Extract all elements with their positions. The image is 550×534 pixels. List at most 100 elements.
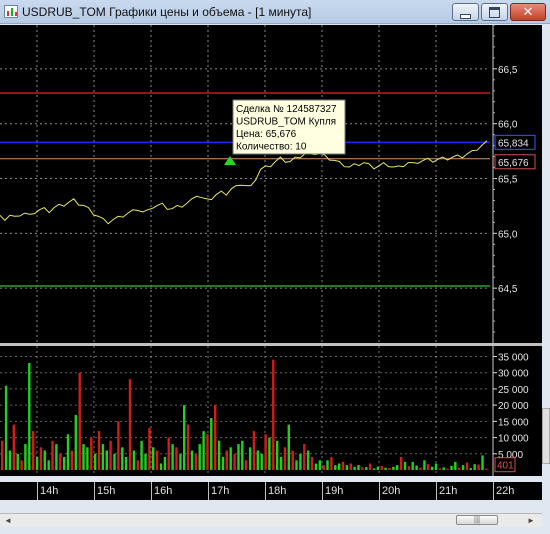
volume-bar[interactable] [136, 460, 139, 470]
volume-bar[interactable] [403, 461, 407, 470]
scroll-right-icon[interactable]: ► [525, 515, 537, 526]
volume-bar[interactable] [423, 460, 426, 470]
volume-bar[interactable] [16, 453, 19, 470]
volume-bar[interactable] [214, 405, 217, 470]
volume-bar[interactable] [458, 467, 461, 470]
volume-bar[interactable] [419, 467, 422, 470]
volume-bar[interactable] [190, 450, 194, 471]
volume-bar[interactable] [4, 385, 8, 470]
volume-bar[interactable] [74, 414, 77, 470]
volume-bar[interactable] [78, 372, 81, 470]
volume-bar[interactable] [392, 466, 395, 470]
volume-bar[interactable] [51, 440, 54, 470]
volume-bar[interactable] [183, 405, 186, 470]
volume-bar[interactable] [1, 440, 4, 470]
volume-bar[interactable] [225, 450, 228, 471]
volume-bar[interactable] [434, 463, 438, 471]
volume-bar[interactable] [144, 453, 147, 470]
volume-bar[interactable] [171, 444, 174, 470]
volume-bar[interactable] [70, 450, 74, 471]
volume-bar[interactable] [380, 466, 383, 470]
volume-bar[interactable] [47, 460, 50, 470]
volume-bar[interactable] [318, 460, 321, 470]
volume-bar[interactable] [12, 424, 15, 470]
volume-bar[interactable] [55, 444, 58, 470]
minimize-button[interactable] [452, 3, 479, 21]
volume-bar[interactable] [291, 450, 294, 471]
price-chart-pane[interactable]: 66,5 66,0 65,5 65,0 64,5 65,834 65,676 Сделка №… [0, 24, 542, 343]
volume-bar[interactable] [396, 465, 399, 470]
buy-trade-marker[interactable] [224, 155, 236, 165]
volume-bar[interactable] [303, 444, 306, 470]
maximize-button[interactable] [481, 3, 508, 21]
volume-bar[interactable] [101, 444, 105, 470]
volume-bar[interactable] [163, 457, 167, 470]
volume-bar[interactable] [248, 447, 252, 470]
volume-bar[interactable] [465, 462, 469, 471]
volume-bar[interactable] [268, 437, 271, 470]
volume-bar[interactable] [159, 463, 163, 471]
volume-bar[interactable] [194, 453, 198, 470]
volume-bar[interactable] [63, 457, 66, 470]
volume-bar[interactable] [39, 447, 43, 470]
volume-bar[interactable] [461, 465, 465, 470]
volume-bar[interactable] [59, 453, 62, 470]
volume-bar[interactable] [264, 434, 267, 470]
volume-bar[interactable] [35, 457, 39, 470]
volume-bar[interactable] [376, 466, 380, 470]
volume-bar[interactable] [94, 453, 97, 470]
volume-bar[interactable] [140, 440, 143, 470]
vertical-scrollbar[interactable] [542, 408, 550, 464]
volume-bar[interactable] [299, 453, 302, 470]
volume-bar[interactable] [407, 466, 411, 470]
volume-bar[interactable] [322, 465, 325, 470]
volume-bar[interactable] [237, 444, 240, 470]
volume-bar[interactable] [438, 468, 442, 470]
volume-bar[interactable] [481, 455, 484, 470]
volume-bar[interactable] [338, 463, 341, 471]
price-chart[interactable]: 66,5 66,0 65,5 65,0 64,5 65,834 65,676 Сделка №… [0, 24, 542, 343]
volume-bar[interactable] [345, 465, 349, 470]
horizontal-scrollbar[interactable]: ◄ ||| ► [0, 513, 542, 527]
volume-bar[interactable] [241, 440, 244, 470]
volume-bar[interactable] [121, 447, 124, 470]
volume-bar[interactable] [97, 431, 101, 470]
volume-bar[interactable] [430, 466, 434, 470]
volume-chart[interactable]: 35 00030 00025 00020 00015 00010 0005 00… [0, 346, 542, 476]
volume-bar[interactable] [221, 457, 225, 470]
volume-bar[interactable] [349, 463, 352, 471]
volume-bar[interactable] [469, 468, 472, 470]
volume-bar[interactable] [24, 444, 27, 470]
volume-bar[interactable] [124, 457, 128, 470]
volume-bar[interactable] [310, 457, 314, 470]
volume-bar[interactable] [372, 468, 376, 470]
volume-bar[interactable] [206, 434, 209, 470]
volume-bar[interactable] [175, 447, 178, 470]
scroll-left-icon[interactable]: ◄ [2, 515, 14, 526]
volume-bar[interactable] [186, 424, 190, 470]
volume-bar[interactable] [388, 468, 391, 470]
volume-bar[interactable] [32, 431, 35, 470]
volume-bar[interactable] [260, 453, 263, 470]
volume-bar[interactable] [28, 363, 31, 470]
volume-bar[interactable] [210, 418, 213, 470]
volume-bar[interactable] [109, 440, 112, 470]
volume-bar[interactable] [485, 468, 488, 470]
volume-bar[interactable] [117, 421, 120, 470]
volume-bar[interactable] [90, 437, 93, 470]
volume-bar[interactable] [283, 447, 287, 470]
volume-bar[interactable] [82, 444, 85, 470]
volume-bar[interactable] [334, 465, 337, 470]
volume-bar[interactable] [368, 463, 372, 471]
volume-bar[interactable] [217, 440, 221, 470]
volume-bar[interactable] [113, 453, 116, 470]
volume-bar[interactable] [450, 465, 453, 470]
volume-bar[interactable] [202, 431, 205, 470]
volume-bar[interactable] [43, 450, 46, 471]
volume-bar[interactable] [86, 447, 89, 470]
volume-bar[interactable] [326, 460, 329, 470]
volume-bar[interactable] [167, 437, 170, 470]
volume-bar[interactable] [446, 468, 449, 470]
volume-bar[interactable] [198, 444, 201, 470]
volume-bar[interactable] [357, 465, 360, 470]
